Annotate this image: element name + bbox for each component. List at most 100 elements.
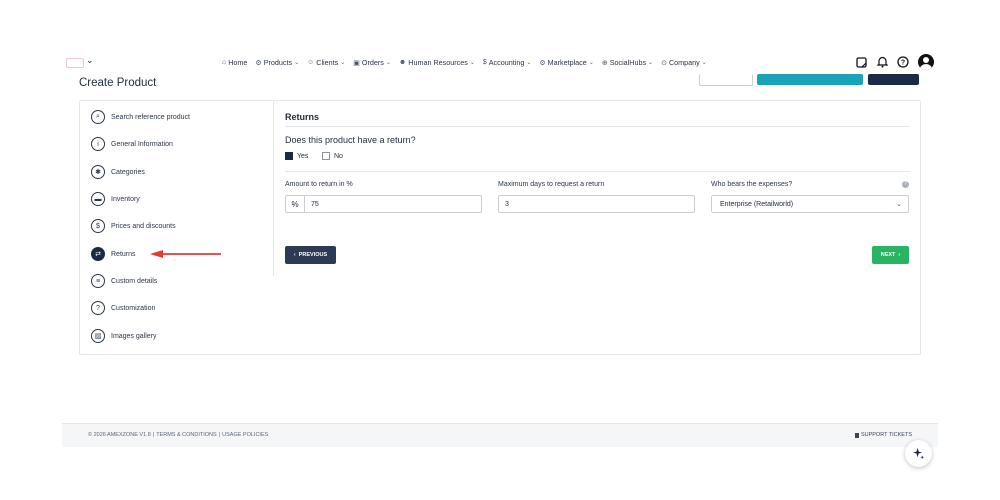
publish-header-button[interactable] [868, 74, 919, 85]
ticket-icon [854, 432, 859, 438]
returns-icon: ⇄ [91, 247, 105, 261]
secondary-header-button[interactable] [699, 74, 753, 86]
sidebar-item-label: Search reference product [111, 113, 190, 121]
next-label: NEXT [880, 252, 896, 258]
info-icon: i [91, 137, 105, 151]
footer-links: © 2026 AMEXZONE V1.8 | TERMS & CONDITION… [88, 432, 268, 438]
yes-checkbox-box[interactable] [285, 152, 293, 160]
nav-label: SocialHubs [609, 58, 647, 67]
nav-item-human-resources[interactable]: ☻ Human Resources ⌄ [399, 58, 475, 67]
chevron-down-icon: ⌄ [340, 60, 346, 66]
brand-logo[interactable] [66, 58, 84, 68]
expenses-selected-value: Enterprise (Retailworld) [720, 200, 794, 208]
hr-icon: ☻ [398, 59, 407, 66]
footer-separator: | [218, 432, 221, 438]
product-form-card: ⌕ Search reference product i General Inform… [79, 100, 921, 355]
chevron-down-icon: ⌄ [526, 60, 532, 66]
bell-icon[interactable] [876, 56, 888, 68]
terms-link[interactable]: TERMS & CONDITIONS [156, 432, 217, 438]
chevron-down-icon: ⌄ [588, 60, 594, 66]
no-label: No [334, 152, 343, 160]
amount-label: Amount to return in % [285, 181, 353, 188]
days-input[interactable]: 3 [499, 201, 509, 208]
footer: © 2026 AMEXZONE V1.8 | TERMS & CONDITION… [62, 423, 938, 447]
next-button[interactable]: NEXT › [872, 246, 909, 264]
help-circle-icon[interactable]: ? [902, 181, 909, 188]
chevron-down-icon: ⌄ [385, 60, 391, 66]
percent-prefix: % [286, 196, 305, 212]
annotation-arrow-icon [150, 250, 221, 258]
yes-checkbox[interactable]: Yes [285, 152, 308, 160]
sidebar-item-prices-and-discounts[interactable]: $ Prices and discounts [91, 219, 176, 233]
nav-label: Human Resources [408, 58, 468, 67]
sidebar-item-images-gallery[interactable]: ▨ Images gallery [91, 329, 157, 343]
nav-item-socialhubs[interactable]: ⊕ SocialHubs ⌄ [602, 58, 653, 67]
chevron-down-icon: ⌄ [294, 60, 300, 66]
chevron-down-icon: ⌄ [701, 60, 707, 66]
section-title: Returns [285, 112, 320, 122]
orders-icon: ▣ [353, 59, 360, 67]
nav-item-orders[interactable]: ▣ Orders ⌄ [353, 58, 391, 67]
assistant-button[interactable] [905, 440, 932, 467]
help-icon[interactable]: ? [897, 56, 909, 68]
nav-item-accounting[interactable]: $ Accounting ⌄ [483, 58, 532, 67]
sidebar-item-search-reference-product[interactable]: ⌕ Search reference product [91, 110, 190, 124]
sidebar-item-inventory[interactable]: ▬ Inventory [91, 192, 140, 206]
days-field[interactable]: 3 [498, 195, 695, 213]
sidebar-item-label: Categories [111, 168, 145, 176]
nav-item-clients[interactable]: ☺ Clients ⌄ [307, 58, 345, 67]
previous-button[interactable]: ‹ PREVIOUS [285, 246, 336, 264]
nav-item-home[interactable]: ⌂ Home [222, 58, 247, 67]
no-checkbox[interactable]: No [322, 152, 343, 160]
categories-icon: ✱ [91, 165, 105, 179]
question-icon: ? [91, 301, 105, 315]
dollar-icon: $ [91, 219, 105, 233]
sidebar-item-label: Returns [111, 250, 136, 258]
amount-input[interactable]: 75 [305, 201, 319, 208]
chevron-down-icon: ⌄ [648, 60, 654, 66]
sidebar-item-label: Customization [111, 304, 156, 312]
chevron-right-icon: › [898, 252, 901, 258]
expenses-select[interactable]: Enterprise (Retailworld) ⌄ [711, 195, 909, 213]
footer-separator: | [152, 432, 155, 438]
nav-item-company[interactable]: ⊙ Company ⌄ [661, 58, 707, 67]
no-checkbox-box[interactable] [322, 152, 330, 160]
sidebar-item-custom-details[interactable]: ≡ Custom details [91, 274, 157, 288]
nav-label: Company [668, 58, 700, 67]
nav-item-products[interactable]: ⚙ Products ⌄ [255, 58, 299, 67]
page-title: Create Product [79, 77, 157, 89]
marketplace-icon: ⚙ [539, 59, 546, 67]
inventory-icon: ▬ [91, 192, 105, 206]
nav-item-marketplace[interactable]: ⚙ Marketplace ⌄ [539, 58, 593, 67]
support-tickets-link[interactable]: SUPPORT TICKETS [854, 432, 912, 438]
policies-link[interactable]: USAGE POLICIES [222, 432, 268, 438]
user-avatar[interactable] [918, 54, 934, 70]
sidebar-item-categories[interactable]: ✱ Categories [91, 165, 145, 179]
home-icon: ⌂ [222, 59, 227, 66]
amount-field[interactable]: % 75 [285, 195, 482, 213]
top-navbar: ⌄ ⌂ Home ⚙ Products ⌄ ☺ Clients ⌄ ▣ Orders ⌄ ☻ Human… [62, 54, 938, 74]
sidebar-item-customization[interactable]: ? Customization [91, 301, 155, 315]
chevron-down-icon: ⌄ [896, 201, 902, 208]
company-icon: ⊙ [661, 59, 667, 67]
divider [285, 126, 910, 127]
previous-label: PREVIOUS [298, 252, 328, 258]
sidebar-item-returns[interactable]: ⇄ Returns [91, 247, 136, 261]
copyright-text: © 2026 AMEXZONE V1.8 [88, 432, 151, 438]
chevron-down-icon[interactable]: ⌄ [86, 55, 94, 66]
yes-label: Yes [297, 152, 309, 160]
sidebar-item-label: Images gallery [111, 332, 157, 340]
sidebar-item-label: General Information [111, 140, 173, 148]
notes-icon[interactable] [855, 56, 867, 68]
nav-label: Orders [361, 58, 384, 67]
nav-label: Products [263, 58, 293, 67]
list-icon: ≡ [91, 274, 105, 288]
search-icon: ⌕ [91, 110, 105, 124]
sidebar-item-label: Inventory [111, 195, 140, 203]
chevron-left-icon: ‹ [293, 252, 296, 258]
gallery-icon: ▨ [91, 329, 105, 343]
save-header-button[interactable] [757, 74, 863, 85]
sidebar-item-general-information[interactable]: i General Information [91, 137, 173, 151]
nav-label: Home [228, 58, 248, 67]
nav-label: Marketplace [547, 58, 587, 67]
